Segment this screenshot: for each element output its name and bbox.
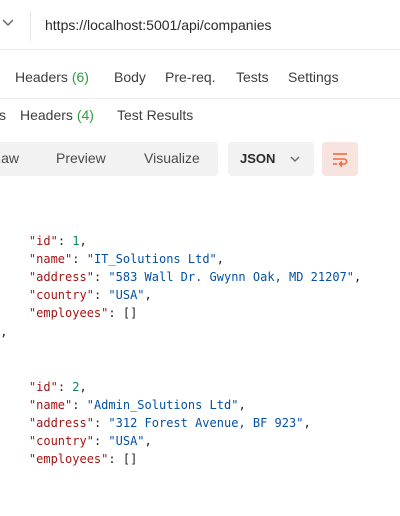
tab-response-partial[interactable]: s bbox=[0, 107, 6, 123]
response-toolbar: Raw Preview Visualize JSON bbox=[0, 142, 400, 176]
request-tabs: Headers (6) Body Pre-req. Tests Settings bbox=[0, 58, 400, 94]
url-input[interactable]: https://localhost:5001/api/companies bbox=[45, 17, 271, 33]
tab-tests[interactable]: Tests bbox=[236, 69, 269, 85]
tab-response-headers[interactable]: Headers (4) bbox=[20, 107, 94, 123]
json-line: "country": "USA", bbox=[28, 434, 152, 448]
text-wrap-icon bbox=[333, 153, 348, 168]
url-bar: https://localhost:5001/api/companies bbox=[0, 0, 400, 50]
tab-response-headers-label: Headers bbox=[20, 107, 73, 123]
json-line: "id": 1, bbox=[28, 234, 87, 248]
tab-response-headers-count: (4) bbox=[76, 107, 94, 123]
tab-headers-count: (6) bbox=[71, 69, 89, 85]
tab-test-results[interactable]: Test Results bbox=[117, 107, 193, 123]
json-line: "country": "USA", bbox=[28, 288, 152, 302]
view-raw-button[interactable]: Raw bbox=[0, 150, 19, 166]
tab-headers-label: Headers bbox=[15, 69, 68, 85]
view-visualize-button[interactable]: Visualize bbox=[144, 150, 200, 166]
format-dropdown[interactable]: JSON bbox=[228, 142, 314, 176]
tab-headers[interactable]: Headers (6) bbox=[15, 69, 89, 85]
tab-body[interactable]: Body bbox=[114, 69, 146, 85]
json-line: "employees": [] bbox=[28, 452, 138, 466]
tab-pre-request[interactable]: Pre-req. bbox=[165, 69, 216, 85]
chevron-down-icon bbox=[290, 156, 300, 162]
json-line: }, bbox=[0, 325, 8, 339]
response-tabs: s Headers (4) Test Results bbox=[0, 98, 400, 134]
json-line: "name": "Admin_Solutions Ltd", bbox=[28, 398, 246, 412]
url-divider bbox=[30, 11, 31, 41]
json-line: "address": "312 Forest Avenue, BF 923", bbox=[28, 416, 311, 430]
json-line: "name": "IT_Solutions Ltd", bbox=[28, 252, 224, 266]
tab-settings[interactable]: Settings bbox=[288, 69, 339, 85]
json-line: "address": "583 Wall Dr. Gwynn Oak, MD 2… bbox=[28, 270, 362, 284]
view-preview-button[interactable]: Preview bbox=[56, 150, 106, 166]
wrap-lines-button[interactable] bbox=[322, 142, 358, 176]
json-line: "id": 2, bbox=[28, 380, 87, 394]
format-label: JSON bbox=[240, 151, 276, 166]
view-mode-selector: Raw Preview Visualize bbox=[0, 142, 218, 176]
chevron-down-icon[interactable] bbox=[1, 17, 15, 29]
json-line: "employees": [] bbox=[28, 306, 138, 320]
